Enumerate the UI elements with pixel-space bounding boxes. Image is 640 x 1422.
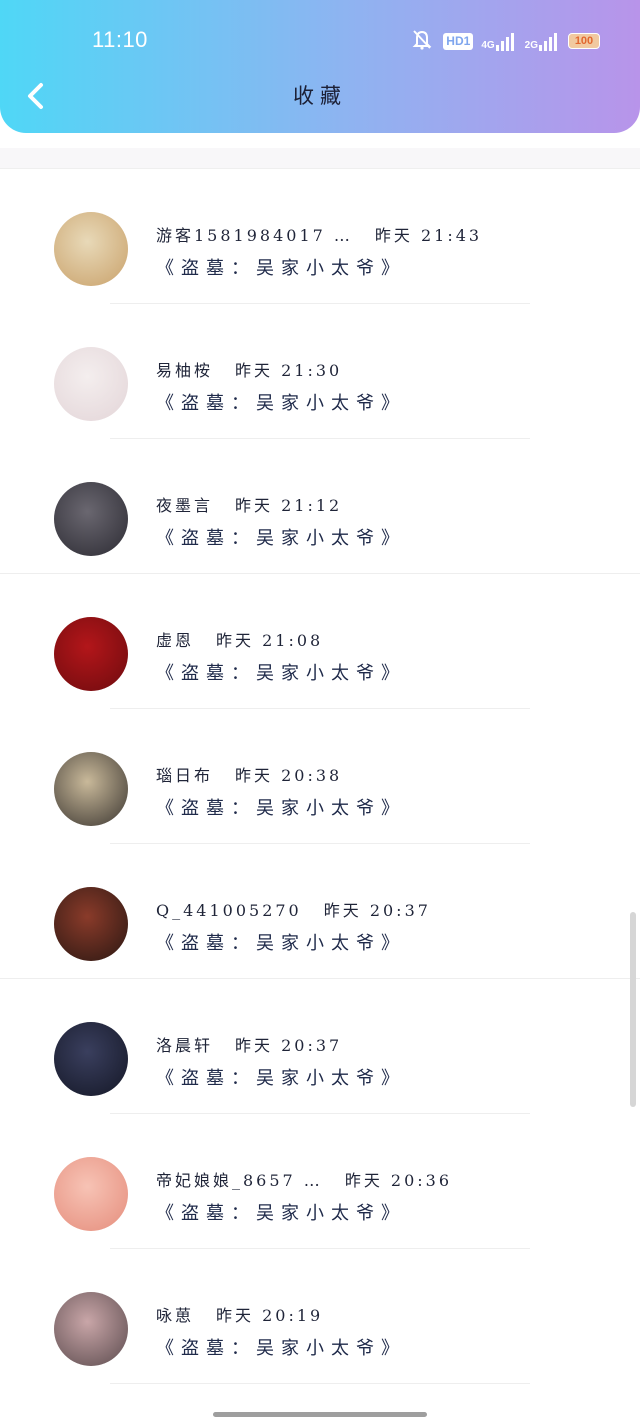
avatar[interactable] <box>54 1157 128 1231</box>
work-title[interactable]: 《盗墓：吴家小太爷》 <box>156 1199 452 1225</box>
avatar[interactable] <box>54 752 128 826</box>
hd-badge: HD1 <box>443 32 474 50</box>
timestamp: 昨天 20:37 <box>235 1036 343 1055</box>
list-item[interactable]: 虚恩 昨天 21:08 《盗墓：吴家小太爷》 <box>0 574 640 709</box>
item-meta: 游客1581984017 … 昨天 21:43 <box>156 222 482 246</box>
user-name[interactable]: 夜墨言 <box>156 492 213 516</box>
work-title[interactable]: 《盗墓：吴家小太爷》 <box>156 524 406 550</box>
list-item[interactable]: 易柚桉 昨天 21:30 《盗墓：吴家小太爷》 <box>0 304 640 439</box>
divider <box>110 1383 530 1384</box>
item-meta: 咏葸 昨天 20:19 <box>156 1302 406 1326</box>
item-info: 易柚桉 昨天 21:30 《盗墓：吴家小太爷》 <box>156 357 406 415</box>
network-label-4g: 4G <box>481 40 495 51</box>
timestamp: 昨天 21:43 <box>374 226 483 245</box>
item-info: 夜墨言 昨天 21:12 《盗墓：吴家小太爷》 <box>156 492 406 550</box>
user-name[interactable]: 洛晨轩 <box>156 1032 213 1056</box>
avatar[interactable] <box>54 347 128 421</box>
avatar[interactable] <box>54 887 128 961</box>
timestamp: 昨天 20:37 <box>323 901 431 920</box>
work-title[interactable]: 《盗墓：吴家小太爷》 <box>156 929 431 955</box>
list-item[interactable]: 洛晨轩 昨天 20:37 《盗墓：吴家小太爷》 <box>0 979 640 1114</box>
timestamp: 昨天 20:38 <box>235 766 343 785</box>
item-meta: 洛晨轩 昨天 20:37 <box>156 1032 406 1056</box>
avatar[interactable] <box>54 1292 128 1366</box>
avatar[interactable] <box>54 212 128 286</box>
scrollbar[interactable] <box>630 912 636 1107</box>
item-info: Q_441005270 昨天 20:37 《盗墓：吴家小太爷》 <box>156 897 431 955</box>
mute-bell-icon <box>409 28 435 54</box>
user-name[interactable]: 瑙日布 <box>156 762 213 786</box>
user-name[interactable]: 咏葸 <box>156 1302 194 1326</box>
header-bar: 11:10 HD1 4G 2G 100 收藏 <box>0 0 640 133</box>
list-item[interactable]: 咏葸 昨天 20:19 《盗墓：吴家小太爷》 <box>0 1249 640 1384</box>
list-top-strip <box>0 148 640 169</box>
list-item[interactable]: 夜墨言 昨天 21:12 《盗墓：吴家小太爷》 <box>0 439 640 574</box>
battery-level: 100 <box>574 35 594 47</box>
work-title[interactable]: 《盗墓：吴家小太爷》 <box>156 794 406 820</box>
favorites-list: 游客1581984017 … 昨天 21:43 《盗墓：吴家小太爷》 易柚桉 昨天 21… <box>0 148 640 1384</box>
timestamp: 昨天 21:12 <box>235 496 343 515</box>
status-bar: 11:10 HD1 4G 2G 100 <box>0 0 640 80</box>
user-name[interactable]: 游客1581984017 … <box>156 222 353 246</box>
status-icons: HD1 4G 2G 100 <box>401 28 600 54</box>
user-name[interactable]: 虚恩 <box>156 627 194 651</box>
item-info: 游客1581984017 … 昨天 21:43 《盗墓：吴家小太爷》 <box>156 222 482 280</box>
item-meta: 易柚桉 昨天 21:30 <box>156 357 406 381</box>
user-name[interactable]: 帝妃娘娘_8657 … <box>156 1167 323 1191</box>
timestamp: 昨天 20:36 <box>344 1171 453 1190</box>
avatar[interactable] <box>54 617 128 691</box>
item-info: 瑙日布 昨天 20:38 《盗墓：吴家小太爷》 <box>156 762 406 820</box>
signal-2g-icon: 2G <box>525 31 560 51</box>
item-meta: 夜墨言 昨天 21:12 <box>156 492 406 516</box>
work-title[interactable]: 《盗墓：吴家小太爷》 <box>156 389 406 415</box>
work-title[interactable]: 《盗墓：吴家小太爷》 <box>156 659 406 685</box>
page-title: 收藏 <box>293 84 347 108</box>
user-name[interactable]: Q_441005270 <box>156 901 302 920</box>
item-info: 虚恩 昨天 21:08 《盗墓：吴家小太爷》 <box>156 627 406 685</box>
list-item[interactable]: 游客1581984017 … 昨天 21:43 《盗墓：吴家小太爷》 <box>0 169 640 304</box>
timestamp: 昨天 20:19 <box>216 1306 324 1325</box>
list-item[interactable]: 帝妃娘娘_8657 … 昨天 20:36 《盗墓：吴家小太爷》 <box>0 1114 640 1249</box>
item-meta: 虚恩 昨天 21:08 <box>156 627 406 651</box>
signal-4g-icon: 4G <box>481 31 516 51</box>
item-meta: 帝妃娘娘_8657 … 昨天 20:36 <box>156 1167 452 1191</box>
list-item[interactable]: Q_441005270 昨天 20:37 《盗墓：吴家小太爷》 <box>0 844 640 979</box>
item-info: 咏葸 昨天 20:19 《盗墓：吴家小太爷》 <box>156 1302 406 1360</box>
item-meta: 瑙日布 昨天 20:38 <box>156 762 406 786</box>
work-title[interactable]: 《盗墓：吴家小太爷》 <box>156 1334 406 1360</box>
avatar[interactable] <box>54 482 128 556</box>
item-meta: Q_441005270 昨天 20:37 <box>156 897 431 921</box>
item-info: 洛晨轩 昨天 20:37 《盗墓：吴家小太爷》 <box>156 1032 406 1090</box>
home-indicator[interactable] <box>213 1412 427 1417</box>
status-time: 11:10 <box>92 27 148 52</box>
timestamp: 昨天 21:30 <box>235 361 343 380</box>
avatar[interactable] <box>54 1022 128 1096</box>
battery-icon: 100 <box>568 33 600 49</box>
user-name[interactable]: 易柚桉 <box>156 357 213 381</box>
list-item[interactable]: 瑙日布 昨天 20:38 《盗墓：吴家小太爷》 <box>0 709 640 844</box>
work-title[interactable]: 《盗墓：吴家小太爷》 <box>156 1064 406 1090</box>
work-title[interactable]: 《盗墓：吴家小太爷》 <box>156 254 482 280</box>
item-info: 帝妃娘娘_8657 … 昨天 20:36 《盗墓：吴家小太爷》 <box>156 1167 452 1225</box>
network-label-2g: 2G <box>524 40 538 51</box>
timestamp: 昨天 21:08 <box>216 631 324 650</box>
